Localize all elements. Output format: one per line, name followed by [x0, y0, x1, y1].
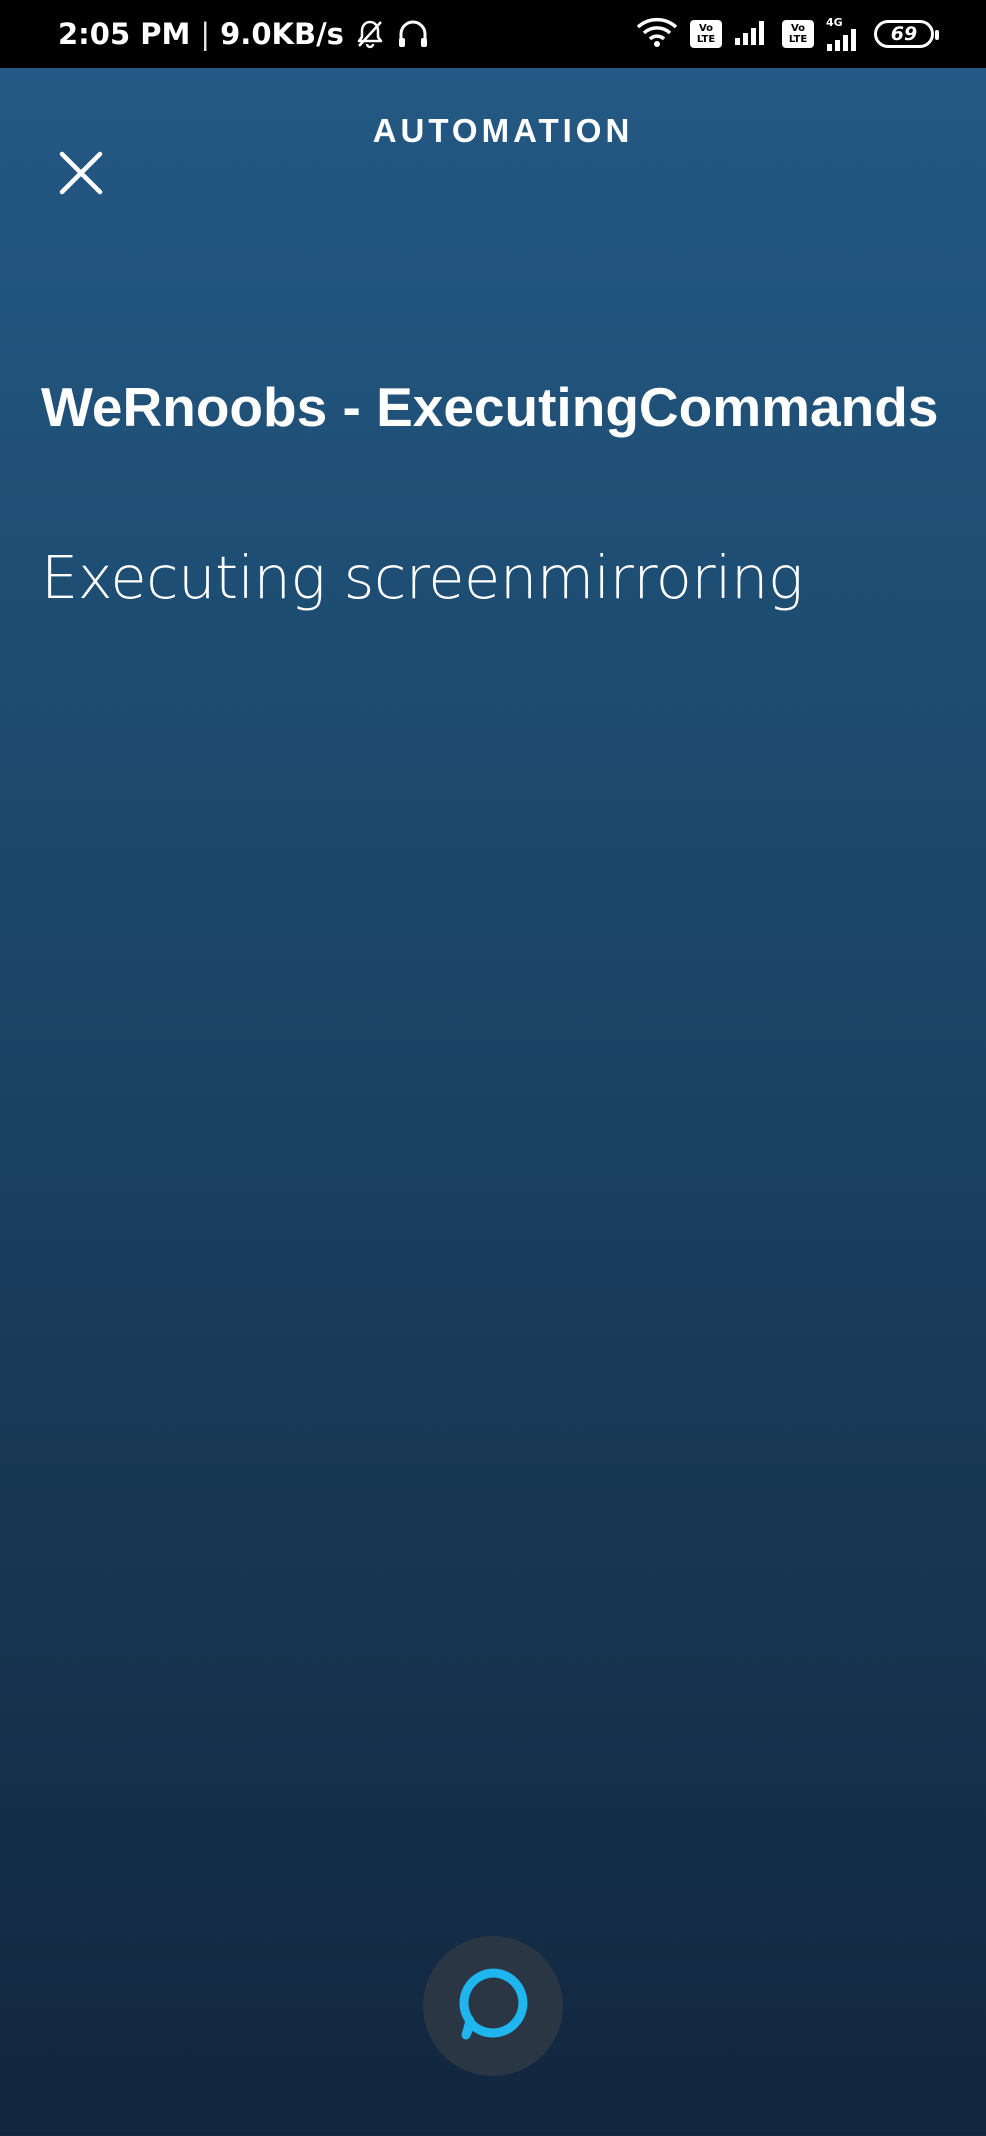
signal-icon — [734, 18, 770, 50]
signal-4g-icon: 4G — [826, 17, 862, 51]
volte-icon: Vo LTE — [690, 20, 722, 48]
network-type-label: 4G — [826, 16, 843, 29]
volte-bottom-label: LTE — [696, 34, 716, 45]
close-button[interactable] — [48, 142, 114, 208]
automation-status: Executing screenmirroring — [41, 543, 803, 612]
volte-top-label: Vo — [698, 23, 714, 34]
volte-top-label: Vo — [790, 23, 806, 34]
bell-off-icon — [354, 18, 386, 50]
volte-bottom-label: LTE — [788, 34, 808, 45]
automation-name: WeRnoobs - ExecutingCommands — [41, 376, 939, 438]
status-separator: | — [200, 17, 211, 51]
page-title: AUTOMATION — [372, 112, 634, 149]
status-bar: 2:05 PM | 9.0KB/s Vo LTE Vo LTE 4G 69 — [0, 0, 986, 68]
status-right: Vo LTE Vo LTE 4G 69 — [636, 17, 939, 51]
wifi-icon — [636, 17, 678, 51]
battery-icon: 69 — [874, 20, 939, 48]
status-speed: 9.0KB/s — [220, 17, 344, 51]
headset-icon — [396, 18, 430, 50]
close-icon — [58, 150, 104, 201]
battery-level: 69 — [890, 23, 918, 45]
volte-icon-2: Vo LTE — [782, 20, 814, 48]
status-time: 2:05 PM — [58, 17, 191, 51]
alexa-icon — [456, 1967, 530, 2046]
alexa-button[interactable] — [423, 1936, 563, 2076]
status-left: 2:05 PM | 9.0KB/s — [58, 17, 430, 51]
